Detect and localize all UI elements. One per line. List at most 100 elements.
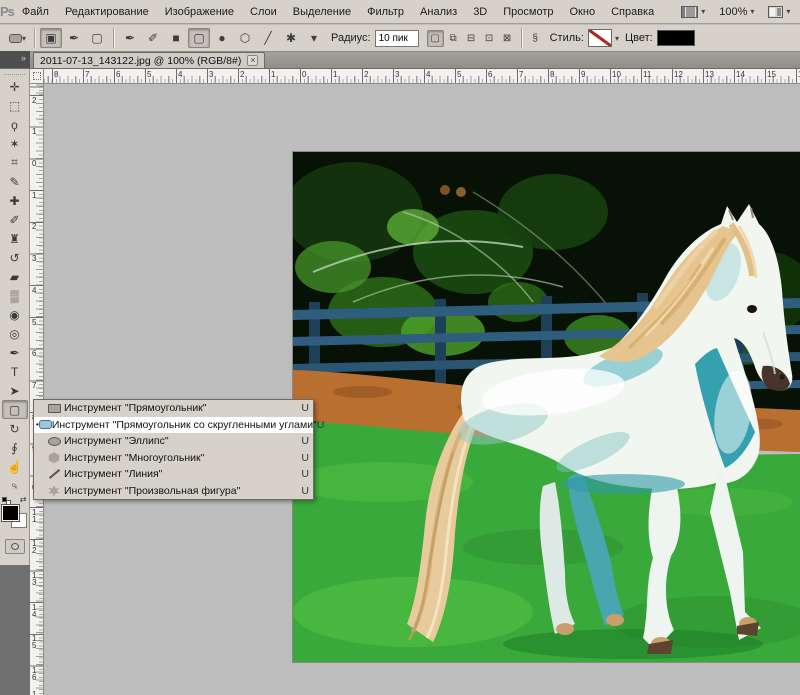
- subtract-from-shape-button[interactable]: ⊟: [463, 30, 480, 47]
- ruler-origin-corner[interactable]: [30, 69, 44, 84]
- rect-tool-icon: [44, 403, 64, 413]
- arrange-documents-button[interactable]: ▾: [761, 5, 797, 18]
- flyout-item-1[interactable]: • Инструмент "Прямоугольник со скругленны…: [34, 416, 324, 433]
- zoom-level-control[interactable]: 100% ▾: [712, 6, 761, 18]
- spot-healing-brush-tool[interactable]: ✚: [2, 191, 28, 210]
- menu-item-9[interactable]: Окно: [562, 3, 604, 21]
- menu-item-5[interactable]: Фильтр: [359, 3, 412, 21]
- ellipse-tool-icon: [44, 436, 64, 446]
- pen-tool[interactable]: ✒: [2, 343, 28, 362]
- flyout-item-4[interactable]: Инструмент "Линия" U: [34, 466, 313, 483]
- default-colors-icon[interactable]: [1, 497, 11, 505]
- ellipse-tool-button[interactable]: ●: [211, 28, 233, 48]
- radius-input[interactable]: [374, 29, 419, 47]
- menu-item-1[interactable]: Редактирование: [57, 3, 157, 21]
- quick-mask-button[interactable]: [4, 539, 25, 554]
- v-ruler-label: 13: [32, 571, 37, 587]
- path-selection-tool[interactable]: ➤: [2, 381, 28, 400]
- polygon-tool-button[interactable]: ⬡: [234, 28, 256, 48]
- shape-list-arrow[interactable]: ▾: [303, 28, 325, 48]
- dodge-tool-icon: ◎: [9, 326, 20, 341]
- flyout-item-3[interactable]: Инструмент "Многоугольник" U: [34, 450, 313, 467]
- exclude-shape-button[interactable]: ⊠: [499, 30, 516, 47]
- pasteboard: [44, 84, 800, 695]
- document-title: 2011-07-13_143122.jpg @ 100% (RGB/8#): [40, 54, 242, 67]
- quick-selection-tool-icon: ✶: [9, 136, 20, 151]
- rectangular-marquee-tool[interactable]: ⬚: [2, 96, 28, 115]
- link-icon[interactable]: §: [527, 30, 544, 47]
- zoom-tool-icon: ♀: [6, 477, 23, 494]
- flyout-item-label: Инструмент "Эллипс": [64, 435, 169, 448]
- menu-item-3[interactable]: Слои: [242, 3, 285, 21]
- new-shape-layer-button[interactable]: ▢: [426, 29, 444, 47]
- rectangle-tool-button[interactable]: ■: [165, 28, 187, 48]
- menu-item-2[interactable]: Изображение: [157, 3, 242, 21]
- zoom-level-value: 100%: [719, 5, 748, 18]
- spot-healing-brush-tool-icon: ✚: [9, 193, 20, 208]
- crop-tool[interactable]: ⌗: [2, 153, 28, 172]
- move-tool-icon: ✛: [9, 79, 20, 94]
- canvas-document[interactable]: [292, 151, 800, 663]
- bridge-icon: [681, 5, 699, 18]
- paths-button[interactable]: ✒: [63, 28, 85, 48]
- h-ruler-label: 8: [550, 70, 555, 79]
- blur-tool[interactable]: ◉: [2, 305, 28, 324]
- eyedropper-tool[interactable]: ✎: [2, 172, 28, 191]
- zoom-tool[interactable]: ♀: [2, 476, 28, 495]
- chevron-down-icon: ▾: [701, 7, 706, 16]
- swap-colors-icon[interactable]: ⇄: [20, 495, 27, 504]
- type-tool[interactable]: T: [2, 362, 28, 381]
- add-to-shape-button[interactable]: ⧉: [445, 30, 462, 47]
- flyout-item-0[interactable]: Инструмент "Прямоугольник" U: [34, 400, 313, 417]
- launch-bridge-button[interactable]: ▾: [674, 5, 712, 18]
- intersect-shape-button[interactable]: ⊡: [481, 30, 498, 47]
- 3d-orbit-tool[interactable]: ∮: [2, 438, 28, 457]
- menu-item-0[interactable]: Файл: [14, 3, 57, 21]
- panel-grip[interactable]: [4, 69, 25, 75]
- menu-item-10[interactable]: Справка: [603, 3, 662, 21]
- freeform-pen-tool-button[interactable]: ✐: [142, 28, 164, 48]
- document-tab[interactable]: 2011-07-13_143122.jpg @ 100% (RGB/8#) ×: [33, 52, 266, 68]
- foreground-color-swatch[interactable]: [0, 504, 20, 522]
- menu-item-6[interactable]: Анализ: [412, 3, 465, 21]
- style-label: Стиль:: [549, 32, 584, 44]
- move-tool[interactable]: ✛: [2, 77, 28, 96]
- v-ruler-label: 11: [32, 508, 37, 524]
- menu-item-4[interactable]: Выделение: [285, 3, 359, 21]
- tool-preset-picker[interactable]: ▾: [6, 28, 29, 48]
- v-ruler-label: 16: [32, 666, 37, 682]
- flyout-item-5[interactable]: Инструмент "Произвольная фигура" U: [34, 483, 313, 500]
- pen-tool-button[interactable]: ✒: [119, 28, 141, 48]
- quick-selection-tool[interactable]: ✶: [2, 134, 28, 153]
- brush-tool[interactable]: ✐: [2, 210, 28, 229]
- gradient-tool[interactable]: ▒: [2, 286, 28, 305]
- rounded-rectangle-tool-button[interactable]: ▢: [188, 28, 211, 48]
- fill-pixels-button[interactable]: ▢: [86, 28, 108, 48]
- collapse-tools-chevron[interactable]: »: [0, 51, 30, 68]
- style-picker-no-style[interactable]: [587, 29, 612, 47]
- history-brush-tool[interactable]: ↺: [2, 248, 28, 267]
- rrect-tool-icon: [38, 420, 52, 430]
- dodge-tool[interactable]: ◎: [2, 324, 28, 343]
- lasso-tool[interactable]: ϙ: [2, 115, 28, 134]
- h-ruler-label: 10: [612, 70, 621, 79]
- options-divider: [113, 28, 115, 48]
- blur-tool-icon: ◉: [9, 307, 20, 322]
- h-ruler-label: 2: [240, 70, 245, 79]
- shape-layers-button[interactable]: ▣: [40, 28, 63, 48]
- custom-shape-tool-button[interactable]: ✱: [280, 28, 302, 48]
- shape-color-swatch[interactable]: [656, 30, 695, 46]
- menu-item-8[interactable]: Просмотр: [495, 3, 561, 21]
- menu-item-7[interactable]: 3D: [465, 3, 495, 21]
- close-icon[interactable]: ×: [247, 55, 259, 66]
- h-ruler-label: 7: [85, 70, 90, 79]
- 3d-rotate-tool[interactable]: ↻: [2, 419, 28, 438]
- flyout-item-label: Инструмент "Прямоугольник": [64, 402, 207, 415]
- chevron-down-icon: ▾: [750, 7, 755, 16]
- flyout-item-2[interactable]: Инструмент "Эллипс" U: [34, 433, 313, 450]
- hand-tool[interactable]: ☝: [2, 457, 28, 476]
- line-tool-button[interactable]: ╱: [257, 28, 279, 48]
- rounded-rectangle-tool[interactable]: ▢: [1, 400, 28, 419]
- clone-stamp-tool[interactable]: ♜: [2, 229, 28, 248]
- eraser-tool[interactable]: ▰: [2, 267, 28, 286]
